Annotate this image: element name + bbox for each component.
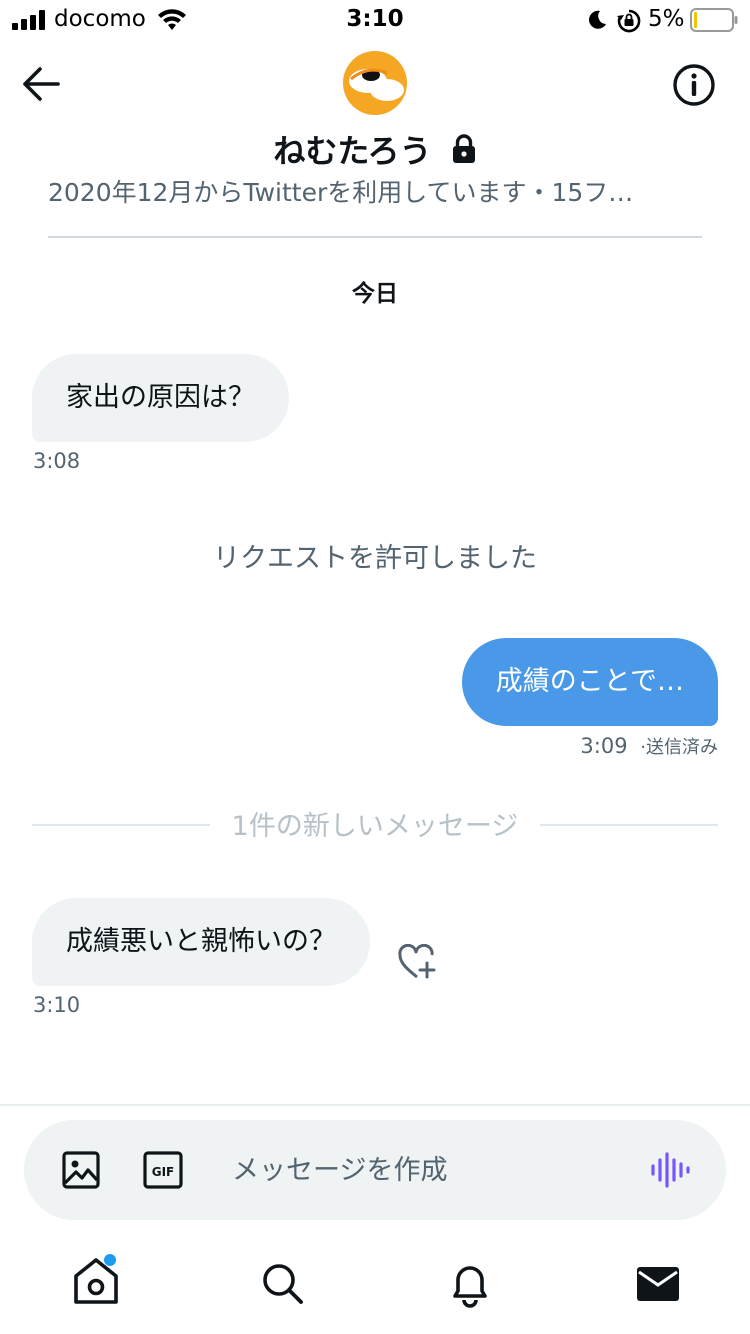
title-text: ねむたろう [273, 132, 432, 170]
outgoing-message-bubble[interactable]: 成績のことで… [461, 638, 718, 726]
notifications-icon[interactable] [449, 1260, 491, 1308]
incoming-message-bubble[interactable]: 成績悪いと親怖いの？ [32, 898, 370, 986]
message-text: 成績悪いと親怖いの？ [66, 926, 336, 957]
message-meta: 3:09 ·送信済み [580, 733, 718, 759]
header-divider [48, 236, 702, 238]
status-bar: docomo 3:10 5% [0, 0, 750, 40]
messages-icon[interactable] [636, 1264, 680, 1304]
image-icon[interactable] [62, 1151, 100, 1189]
battery-percent: 5% [648, 6, 685, 32]
battery-icon [690, 8, 738, 32]
composer-divider [0, 1104, 750, 1106]
search-icon[interactable] [261, 1262, 305, 1306]
conversation-title: ねむたろう [0, 126, 750, 172]
info-circle-icon[interactable] [672, 63, 716, 107]
home-icon[interactable] [72, 1254, 120, 1306]
new-messages-label: 1件の新しいメッセージ [217, 811, 533, 842]
message-status: ·送信済み [640, 737, 718, 758]
lock-icon [452, 134, 475, 163]
message-time: 3:08 [33, 449, 81, 473]
arrow-left-icon[interactable] [22, 66, 60, 102]
profile-subtitle: 2020年12月からTwitterを利用しています・15フ… [48, 178, 634, 207]
moon-icon [589, 10, 606, 29]
message-input[interactable] [232, 1152, 612, 1188]
avatar[interactable] [343, 51, 407, 115]
message-time: 3:10 [33, 993, 81, 1017]
message-text: 成績のことで… [495, 666, 684, 697]
svg-text:GIF: GIF [152, 1165, 175, 1179]
message-time: 3:09 [580, 734, 628, 758]
gif-icon[interactable]: GIF [143, 1151, 183, 1189]
incoming-message-bubble[interactable]: 家出の原因は？ [32, 354, 289, 442]
system-message: リクエストを許可しました [213, 543, 537, 574]
message-text: 家出の原因は？ [66, 382, 255, 413]
new-messages-divider: 1件の新しいメッセージ [0, 804, 750, 843]
voice-icon[interactable] [650, 1151, 690, 1189]
day-label: 今日 [352, 281, 398, 307]
rotation-lock-icon [617, 9, 641, 33]
tab-bar [0, 1240, 750, 1334]
heart-plus-icon[interactable] [397, 943, 441, 981]
